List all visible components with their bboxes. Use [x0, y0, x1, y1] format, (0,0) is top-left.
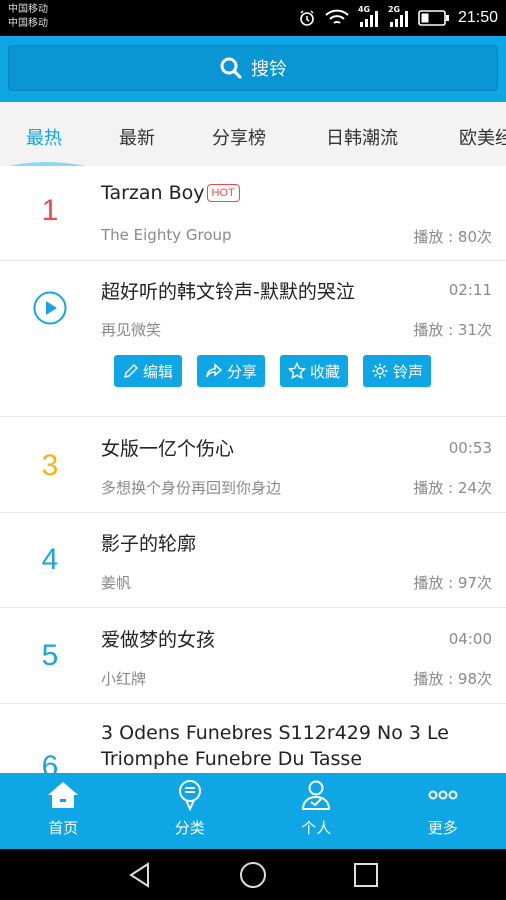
song-duration: 02:11 — [448, 281, 492, 299]
nav-category-label: 分类 — [174, 819, 205, 837]
song-duration: 00:53 — [448, 439, 492, 457]
song-row[interactable]: 1 Tarzan Boy HOT The Eighty Group 播放 : 80… — [0, 166, 506, 261]
carrier-label-1: 中国移动 — [8, 4, 48, 15]
search-label: 搜铃 — [251, 59, 287, 80]
nav-profile[interactable]: 个人 — [253, 773, 380, 849]
song-artist: 再见微笑 — [101, 321, 162, 339]
more-icon — [428, 790, 458, 800]
tab-western-classic[interactable]: 欧美经典 — [459, 124, 506, 150]
home-icon — [48, 782, 79, 808]
share-icon — [206, 363, 223, 378]
rank-number: 4 — [41, 543, 59, 576]
song-title: 超好听的韩文铃声-默默的哭泣 — [101, 281, 355, 303]
search-header: 搜铃 — [0, 36, 506, 102]
nav-home[interactable]: 首页 — [0, 773, 127, 849]
status-bar: 中国移动 中国移动 4G 2G 21:50 — [0, 0, 506, 36]
ringtone-button[interactable]: 铃声 — [363, 355, 431, 387]
song-artist: 多想换个身份再回到你身边 — [101, 479, 282, 497]
song-row[interactable]: 5 爱做梦的女孩 04:00 小红牌 播放 : 98次 — [0, 608, 506, 704]
tab-hot[interactable]: 最热 — [26, 124, 62, 150]
hot-badge: HOT — [206, 184, 240, 202]
back-icon[interactable] — [126, 861, 154, 889]
nav-profile-label: 个人 — [301, 819, 332, 837]
nav-home-label: 首页 — [48, 819, 79, 837]
tab-jk-trend[interactable]: 日韩潮流 — [326, 124, 398, 150]
bottom-nav: 首页 分类 个人 更多 — [0, 773, 506, 849]
battery-icon — [418, 10, 449, 26]
song-title: 爱做梦的女孩 — [101, 629, 216, 651]
nav-more[interactable]: 更多 — [380, 773, 506, 849]
song-row[interactable]: 3 女版一亿个伤心 00:53 多想换个身份再回到你身边 播放 : 24次 — [0, 417, 506, 513]
rank-number: 6 — [41, 750, 59, 773]
edit-label: 编辑 — [142, 362, 173, 381]
pencil-icon — [123, 363, 139, 379]
nav-category[interactable]: 分类 — [127, 773, 254, 849]
song-list: 1 Tarzan Boy HOT The Eighty Group 播放 : 80… — [0, 166, 506, 773]
tab-share-chart[interactable]: 分享榜 — [212, 124, 266, 150]
song-artist: 姜帆 — [101, 574, 132, 592]
share-button[interactable]: 分享 — [197, 355, 265, 387]
nav-more-label: 更多 — [427, 819, 458, 837]
signal-icon-1: 4G — [358, 5, 380, 28]
carrier-label-2: 中国移动 — [8, 18, 48, 29]
song-artist: 小红牌 — [101, 670, 147, 688]
play-icon[interactable] — [33, 291, 67, 325]
search-button[interactable]: 搜铃 — [8, 45, 498, 91]
rank-number: 3 — [41, 449, 59, 482]
song-duration: 04:00 — [448, 630, 492, 648]
song-row[interactable]: 6 3 Odens Funebres S112r429 No 3 Le Trio… — [0, 704, 506, 773]
category-icon — [178, 780, 201, 811]
song-row[interactable]: 4 影子的轮廓 姜帆 播放 : 97次 — [0, 513, 506, 608]
star-icon — [287, 362, 306, 380]
song-artist: The Eighty Group — [101, 226, 232, 244]
song-title-text: Tarzan Boy — [101, 182, 205, 204]
system-nav-bar — [0, 849, 506, 900]
rank-number: 1 — [41, 194, 59, 227]
tab-new[interactable]: 最新 — [119, 124, 155, 150]
song-row-expanded[interactable]: 超好听的韩文铃声-默默的哭泣 02:11 再见微笑 播放 : 31次 编辑 分享… — [0, 261, 506, 417]
favorite-label: 收藏 — [309, 362, 340, 381]
ringtone-label: 铃声 — [392, 362, 423, 381]
favorite-button[interactable]: 收藏 — [280, 355, 348, 387]
edit-button[interactable]: 编辑 — [114, 355, 182, 387]
category-tabs: 最热 最新 分享榜 日韩潮流 欧美经典 — [0, 102, 506, 166]
clock: 21:50 — [457, 9, 498, 26]
signal-icon-2: 2G — [388, 5, 410, 28]
play-count: 播放 : 24次 — [413, 479, 492, 497]
search-icon — [220, 57, 242, 79]
play-count: 播放 : 98次 — [413, 670, 492, 688]
song-title: Tarzan Boy HOT — [101, 182, 240, 204]
play-count: 播放 : 97次 — [413, 574, 492, 592]
play-count: 播放 : 80次 — [413, 228, 492, 246]
play-count: 播放 : 31次 — [413, 321, 492, 339]
recent-apps-icon[interactable] — [352, 861, 380, 889]
wifi-icon — [325, 9, 349, 24]
share-label: 分享 — [226, 362, 257, 381]
home-circle-icon[interactable] — [239, 861, 267, 889]
song-title: 3 Odens Funebres S112r429 No 3 Le Triomp… — [101, 722, 449, 770]
song-title: 影子的轮廓 — [101, 533, 197, 555]
gear-icon — [372, 363, 388, 379]
alarm-icon — [300, 10, 314, 26]
rank-number: 5 — [41, 639, 59, 672]
user-icon — [302, 780, 331, 810]
song-title: 女版一亿个伤心 — [101, 438, 235, 460]
